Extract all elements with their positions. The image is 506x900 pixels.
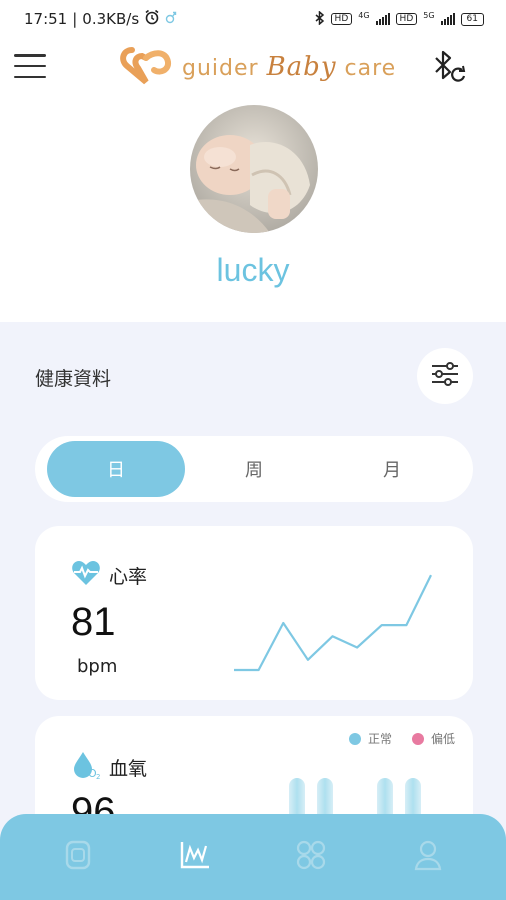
baby-status-icon — [165, 10, 177, 28]
tab-day[interactable]: 日 — [47, 441, 185, 497]
heart-rate-trend-chart — [234, 574, 432, 672]
profile-icon — [413, 839, 443, 875]
chart-icon — [179, 840, 211, 874]
nav-profile[interactable] — [408, 837, 448, 877]
bluetooth-connect-button[interactable] — [432, 50, 472, 84]
hd-badge: HD — [330, 13, 353, 25]
tab-week[interactable]: 周 — [185, 441, 323, 497]
heart-rate-unit: bpm — [77, 656, 118, 677]
bluetooth-status-icon — [315, 9, 325, 28]
oxygen-legend: 正常 偏低 — [348, 730, 455, 747]
svg-text:2: 2 — [96, 773, 100, 780]
period-tabs: 日 周 月 — [35, 436, 473, 502]
status-time: 17:51 — [24, 10, 68, 28]
status-speed: 0.3KB/s — [82, 10, 140, 28]
logo-baby: Baby — [266, 52, 337, 82]
heart-rate-trend-line — [234, 574, 432, 672]
nav-device[interactable] — [58, 837, 98, 877]
menu-button[interactable] — [14, 52, 46, 80]
heart-rate-title: 心率 — [109, 566, 148, 588]
signal-b-icon — [440, 13, 455, 25]
logo-care: care — [344, 56, 397, 81]
hd-badge-2: HD — [395, 13, 418, 25]
legend-normal: 正常 — [348, 730, 392, 747]
oxygen-drop-icon: O 2 — [71, 750, 101, 785]
logo-guider: guider — [182, 56, 259, 81]
app-logo: guider Baby care — [118, 44, 396, 90]
heart-rate-value: 81 — [71, 600, 116, 644]
watch-icon — [63, 838, 93, 876]
blood-oxygen-title: 血氧 — [109, 758, 148, 780]
sliders-icon — [430, 361, 460, 391]
bottom-navigation — [0, 814, 506, 900]
app-header: guider Baby care — [0, 38, 506, 100]
heart-pulse-icon — [71, 560, 101, 591]
filter-settings-button[interactable] — [417, 348, 473, 404]
alarm-icon — [144, 9, 160, 29]
tab-month[interactable]: 月 — [323, 441, 461, 497]
baby-name: lucky — [216, 252, 290, 288]
logo-mark-icon — [118, 44, 174, 90]
network-b-label: 5G — [423, 10, 435, 20]
status-bar: 17:51 | 0.3KB/s HD 4G HD 5G 61 — [0, 0, 506, 38]
health-data-title: 健康資料 — [35, 368, 112, 390]
baby-profile: lucky — [0, 100, 506, 322]
legend-low: 偏低 — [411, 730, 455, 747]
network-a-label: 4G — [358, 10, 370, 20]
nav-apps[interactable] — [291, 837, 331, 877]
signal-a-icon — [375, 13, 390, 25]
nav-health-chart[interactable] — [175, 837, 215, 877]
baby-avatar[interactable] — [190, 105, 318, 233]
battery-icon: 61 — [460, 12, 484, 26]
apps-icon — [295, 839, 327, 875]
heart-rate-card[interactable]: 心率 81 bpm — [35, 526, 473, 700]
